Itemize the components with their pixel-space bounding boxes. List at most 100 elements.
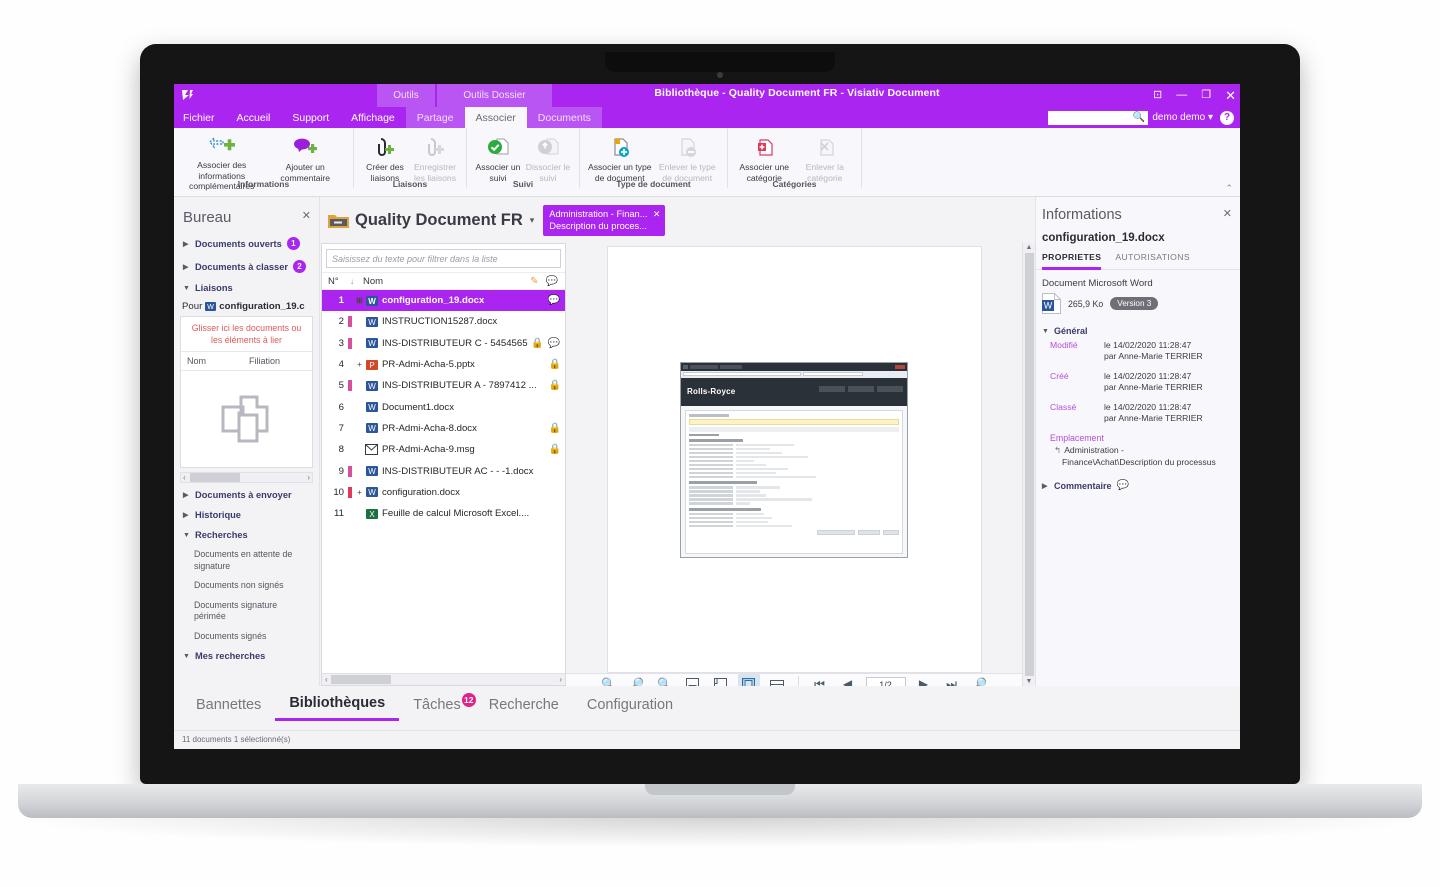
lock-icon: 🔒: [531, 337, 544, 349]
saved-search-item[interactable]: Documents non signés: [174, 576, 319, 596]
row-filename: INS-DISTRIBUTEUR AC - - -1.docx: [382, 465, 534, 477]
table-row[interactable]: 7 W PR-Admi-Acha-8.docx 🔒: [322, 418, 565, 439]
scroll-right-icon[interactable]: ›: [305, 473, 312, 482]
tab-autorisations[interactable]: AUTORISATIONS: [1115, 252, 1190, 270]
table-row[interactable]: 8 PR-Admi-Acha-9.msg 🔒: [322, 439, 565, 460]
information-panel-close-icon[interactable]: ✕: [1223, 207, 1232, 220]
field-value-date: le 14/02/2020 11:28:47: [1104, 402, 1192, 412]
table-row[interactable]: 2 W INSTRUCTION15287.docx: [322, 311, 565, 332]
field-value: le 14/02/2020 11:28:47 par Anne-Marie TE…: [1104, 340, 1234, 362]
bureau-section-historique[interactable]: ▶ Historique: [174, 505, 319, 525]
table-row[interactable]: 6 W Document1.docx: [322, 396, 565, 417]
associate-category-icon: [751, 133, 777, 159]
scrollbar-thumb[interactable]: [330, 675, 391, 684]
menu-item-partage[interactable]: Partage: [405, 107, 465, 128]
collapse-ribbon-button[interactable]: ⌃: [1225, 183, 1233, 194]
field-value-date: le 14/02/2020 11:28:47: [1104, 340, 1192, 350]
scrollbar-thumb[interactable]: [189, 473, 240, 482]
close-icon[interactable]: ✕: [653, 209, 661, 221]
menu-item-accueil[interactable]: Accueil: [226, 107, 282, 128]
bureau-horizontal-scrollbar[interactable]: ‹ ›: [180, 472, 313, 483]
saved-search-item[interactable]: Documents signés: [174, 627, 319, 647]
menu-item-documents[interactable]: Documents: [526, 107, 602, 128]
menu-item-fichier[interactable]: Fichier: [174, 107, 226, 128]
shortcut-arrow-icon: ↰: [1054, 445, 1062, 455]
table-row[interactable]: 1 ⊞ W configuration_19.docx 💬: [322, 290, 565, 312]
sort-arrow-icon: ↓: [350, 276, 354, 286]
table-row[interactable]: 3 W INS-DISTRIBUTEUR C - 5454565 ... 🔒 💬: [322, 333, 565, 354]
tab-recherche[interactable]: Recherche: [475, 697, 573, 720]
help-icon[interactable]: ?: [1220, 110, 1234, 125]
row-marker: [348, 359, 352, 370]
row-marker: [348, 316, 352, 328]
row-number: 10: [333, 486, 344, 498]
user-menu[interactable]: demo demo ▾: [1152, 112, 1213, 123]
word-icon: W: [364, 316, 379, 328]
scroll-left-icon[interactable]: ‹: [181, 473, 188, 482]
breadcrumb-tab[interactable]: Administration - Finan... Description du…: [543, 205, 666, 236]
scroll-right-icon[interactable]: ›: [556, 675, 565, 684]
scrollbar-thumb[interactable]: [1024, 253, 1034, 676]
table-row[interactable]: 5 W INS-DISTRIBUTEUR A - 7897412 ... 🔒: [322, 375, 565, 396]
location-label: Emplacement: [1050, 433, 1104, 443]
menu-item-associer[interactable]: Associer: [464, 107, 527, 128]
minimize-button[interactable]: —: [1176, 90, 1187, 101]
word-icon: W: [364, 380, 379, 392]
maximize-button[interactable]: ❐: [1201, 90, 1211, 101]
expand-icon[interactable]: +: [355, 360, 364, 369]
bureau-section-documents-a-classer[interactable]: ▶ Documents à classer 2: [174, 255, 319, 278]
bureau-close-icon[interactable]: ✕: [302, 209, 311, 222]
bureau-section-liaisons[interactable]: ▼ Liaisons: [174, 278, 319, 298]
menu-item-support[interactable]: Support: [281, 107, 340, 128]
link-drop-zone[interactable]: Glisser ici les documents ou les élément…: [180, 316, 313, 468]
pour-prefix: Pour: [182, 301, 203, 312]
general-group-header[interactable]: ▼ Général: [1036, 324, 1240, 340]
preview-vertical-scrollbar[interactable]: ▲ ▼: [1022, 243, 1035, 686]
table-row[interactable]: 9 W INS-DISTRIBUTEUR AC - - -1.docx: [322, 460, 565, 481]
bureau-section-recherches[interactable]: ▼ Recherches: [174, 525, 319, 545]
table-row[interactable]: 10 + W configuration.docx: [322, 482, 565, 503]
tab-bibliotheques[interactable]: Bibliothèques: [275, 695, 400, 721]
menu-item-affichage[interactable]: Affichage: [340, 107, 406, 128]
filter-input[interactable]: Saisissez du texte pour filtrer dans la …: [326, 249, 561, 268]
svg-text:W: W: [368, 297, 376, 306]
screenshot-card: [685, 409, 903, 554]
scroll-down-icon[interactable]: ▼: [1026, 677, 1033, 686]
bureau-section-documents-a-envoyer[interactable]: ▶ Documents à envoyer: [174, 485, 319, 505]
chevron-right-icon: ▶: [183, 263, 189, 271]
scroll-left-icon[interactable]: ‹: [322, 675, 331, 684]
comment-icon[interactable]: 💬: [1117, 480, 1129, 491]
edit-pen-icon[interactable]: ✎: [530, 276, 538, 287]
tab-proprietes[interactable]: PROPRIETES: [1042, 252, 1102, 270]
tab-configuration[interactable]: Configuration: [573, 697, 687, 720]
word-icon: W: [205, 301, 217, 312]
svg-text:W: W: [368, 488, 376, 497]
tab-taches[interactable]: Tâches 12: [399, 692, 476, 720]
bureau-section-mes-recherches[interactable]: ▼ Mes recherches: [174, 646, 319, 666]
title-bar: Outils Outils Dossier Bibliothèque - Qua…: [174, 84, 1240, 107]
svg-text:W: W: [207, 304, 214, 311]
saved-search-item[interactable]: Documents signature périmée: [174, 596, 319, 627]
expand-icon[interactable]: +: [355, 488, 364, 497]
table-row[interactable]: 4 + P PR-Admi-Acha-5.pptx 🔒: [322, 354, 565, 375]
bureau-section-label: Documents à envoyer: [195, 490, 292, 500]
comment-icon[interactable]: 💬: [548, 338, 560, 349]
word-icon: W: [364, 401, 379, 413]
expand-icon[interactable]: ⊞: [355, 296, 364, 305]
global-search-input[interactable]: 🔍: [1048, 110, 1149, 125]
ribbon-group-type-document: Associer un type de document Enlever le …: [580, 128, 728, 189]
comment-icon[interactable]: 💬: [546, 276, 558, 287]
comment-icon[interactable]: 💬: [548, 295, 560, 306]
chevron-down-icon[interactable]: ▾: [530, 215, 535, 226]
scroll-up-icon[interactable]: ▲: [1026, 243, 1033, 252]
column-header-num[interactable]: N°: [328, 276, 350, 287]
saved-search-item[interactable]: Documents en attente de signature: [174, 545, 319, 576]
table-row[interactable]: 11 X Feuille de calcul Microsoft Excel..…: [322, 503, 565, 524]
tab-bannettes[interactable]: Bannettes: [182, 697, 275, 720]
bureau-section-documents-ouverts[interactable]: ▶ Documents ouverts 1: [174, 232, 319, 255]
restore-down-button[interactable]: ⊡: [1153, 90, 1162, 101]
list-horizontal-scrollbar[interactable]: ‹ ›: [322, 673, 565, 685]
column-header-nom[interactable]: Nom: [363, 276, 530, 287]
comment-group-header[interactable]: ▶ Commentaire 💬: [1036, 472, 1240, 495]
close-button[interactable]: ✕: [1225, 89, 1236, 102]
